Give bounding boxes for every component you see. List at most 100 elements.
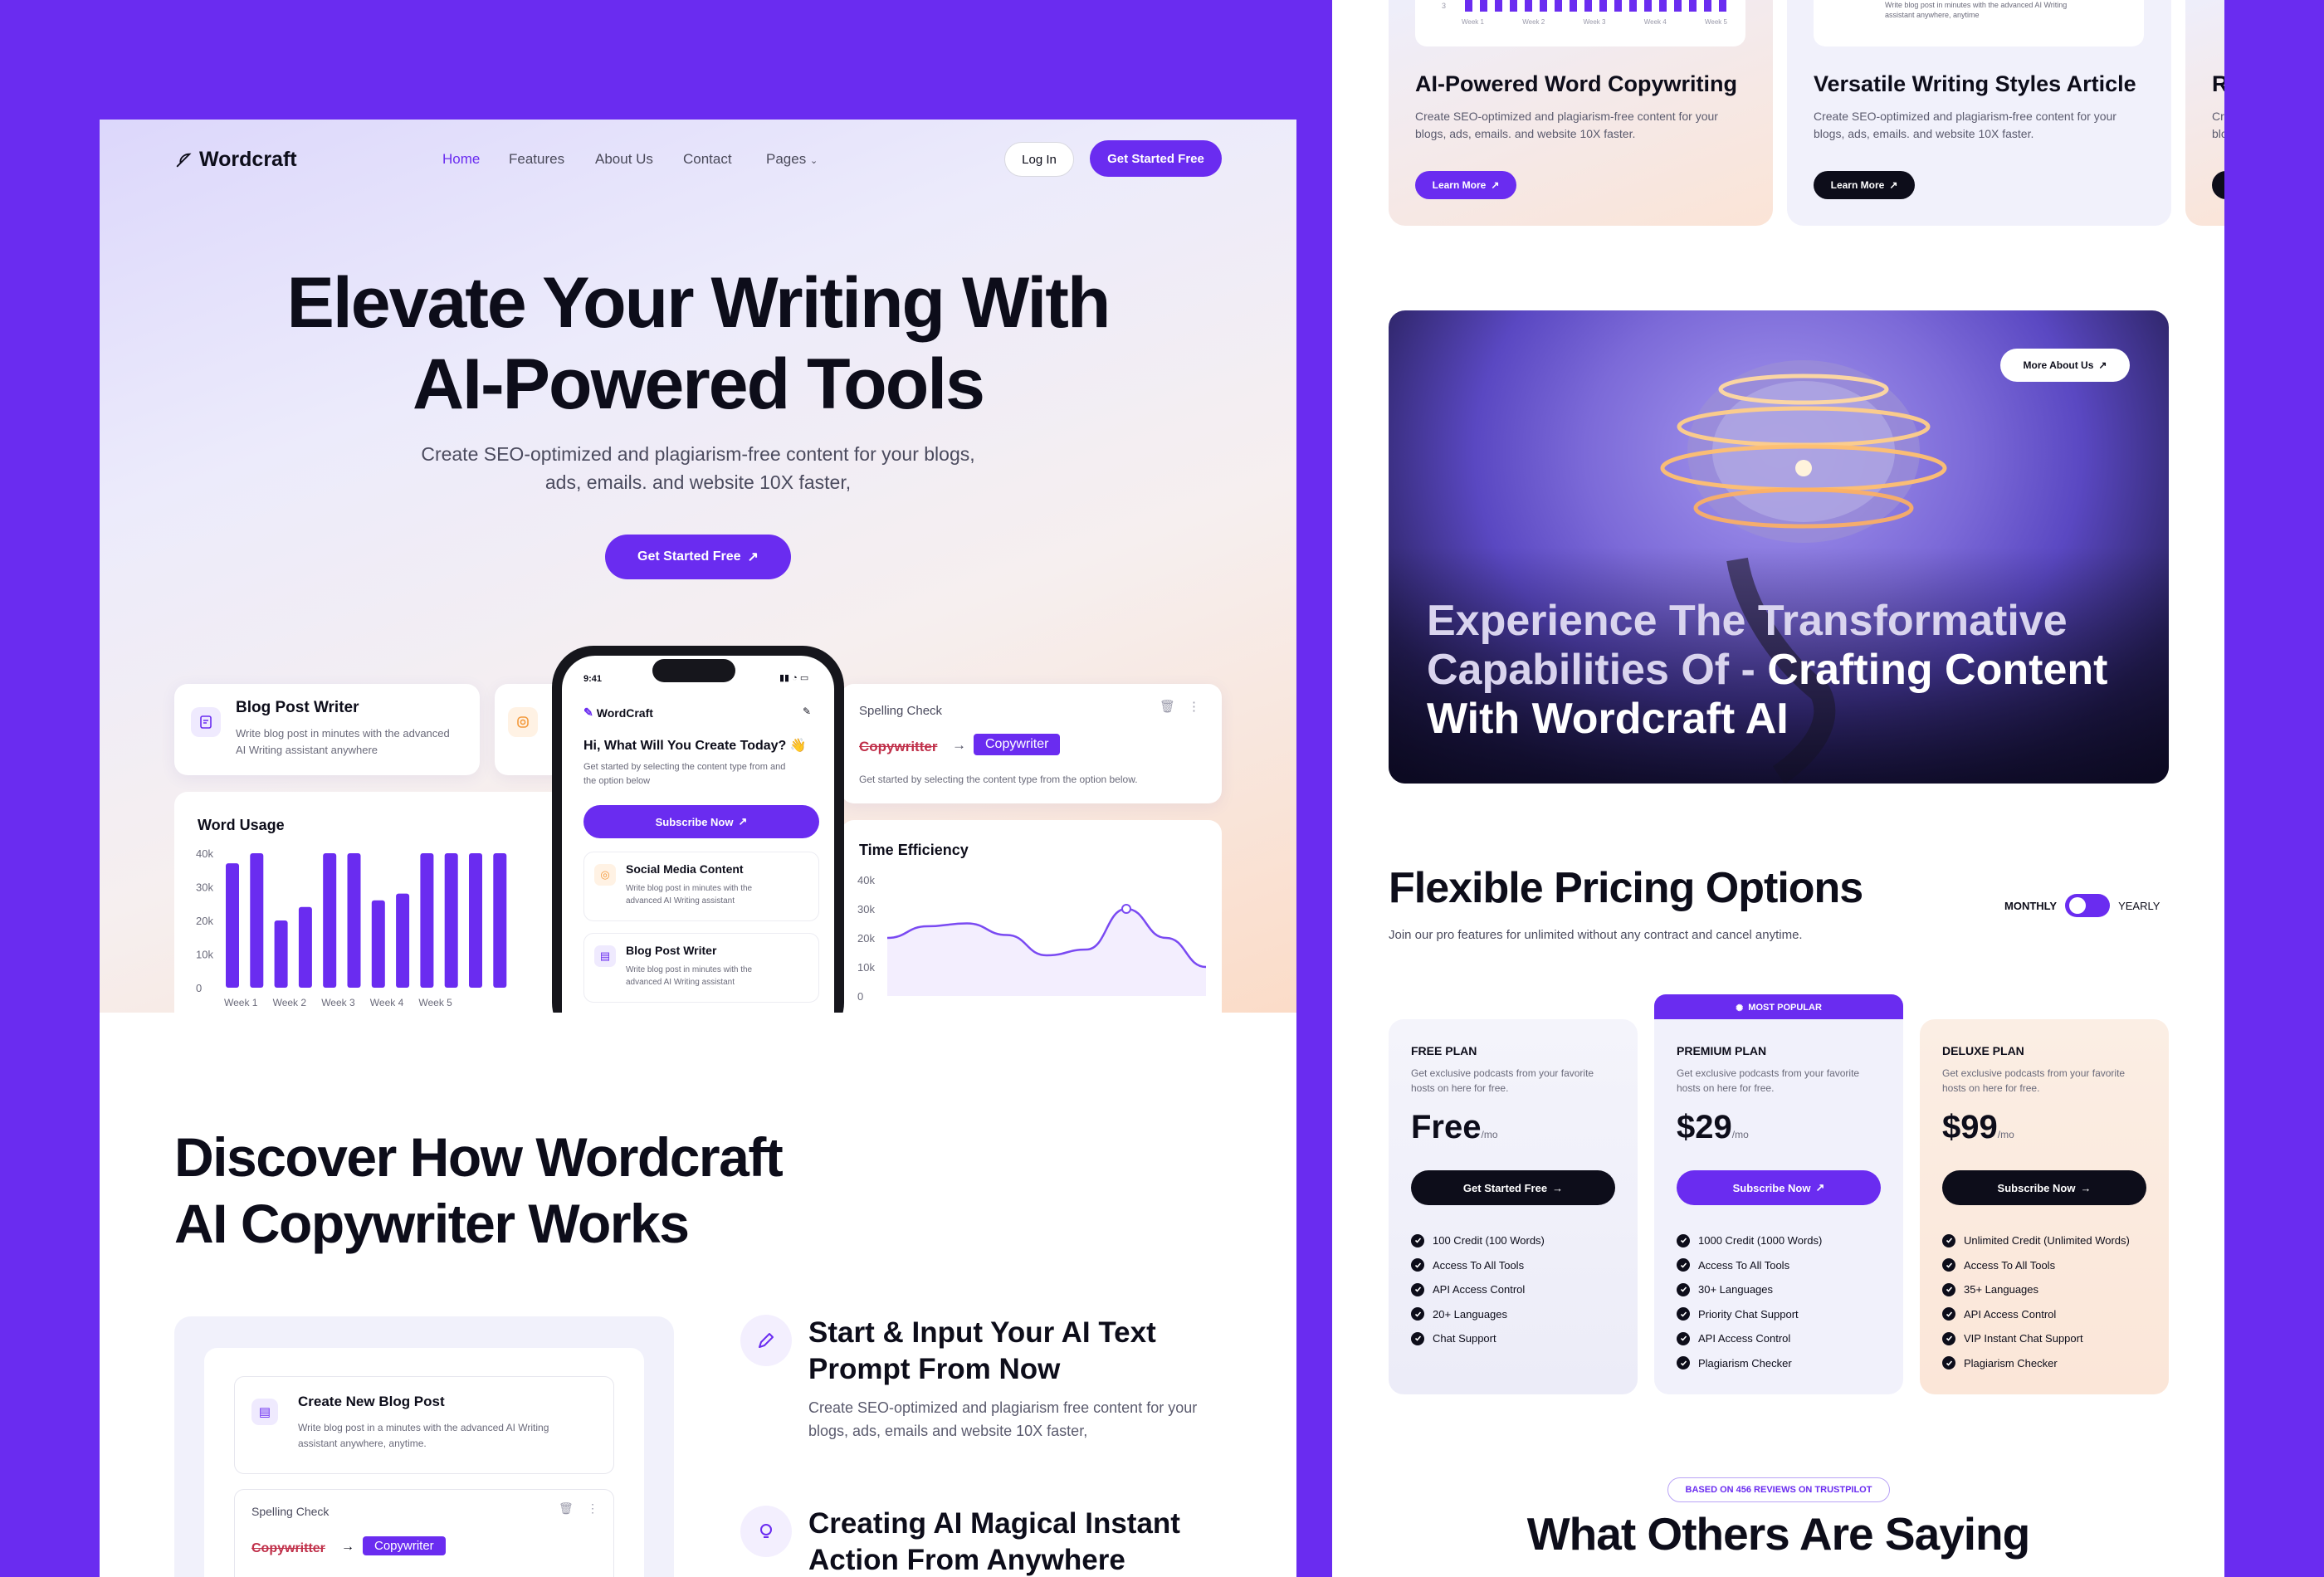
plan-feature: API Access Control: [1942, 1302, 2130, 1327]
plan-feature: Unlimited Credit (Unlimited Words): [1942, 1228, 2130, 1253]
check-icon: [1411, 1307, 1424, 1321]
banner-headline-line-2: Capabilities Of - Crafting Content: [1427, 646, 2141, 695]
bar: [298, 906, 312, 988]
line-area: [887, 909, 1206, 996]
check-icon: [1942, 1356, 1955, 1370]
logo-text: Wordcraft: [199, 148, 297, 171]
logo[interactable]: Wordcraft: [174, 148, 297, 172]
subscribe-now-button[interactable]: Subscribe Now ↗: [1677, 1170, 1881, 1205]
feature-2-title: Creating AI Magical Instant Action From …: [808, 1506, 1257, 1577]
nav-about[interactable]: About Us: [595, 151, 683, 168]
bar: [274, 920, 288, 988]
nav-contact[interactable]: Contact: [683, 151, 766, 168]
mock-spelling-check-card[interactable]: Spelling Check 🗑 ⋮ Copywritter → Copywri…: [234, 1489, 614, 1577]
plan-description-line-1: Get exclusive podcasts from your favorit…: [1942, 1067, 2126, 1079]
more-about-us-button[interactable]: More About Us ↗: [2000, 349, 2130, 382]
phone-subtitle: Get started by selecting the content typ…: [583, 760, 785, 788]
plan-description: Get exclusive podcasts from your favorit…: [1677, 1066, 1868, 1096]
learn-more-button[interactable]: Learn More ↗: [1415, 171, 1516, 199]
pencil-icon: [740, 1315, 792, 1366]
mini-bar: [1495, 0, 1502, 12]
article-3-title: R: [2212, 71, 2224, 96]
get-started-nav-button[interactable]: Get Started Free: [1090, 140, 1222, 177]
article-3-text-line-2: blc: [2212, 127, 2224, 140]
y-tick-label: 0: [857, 990, 863, 1003]
nav-home[interactable]: Home: [442, 151, 509, 168]
billing-toggle-group: MONTHLY YEARLY: [2004, 894, 2160, 917]
plan-card-deluxe: DELUXE PLAN Get exclusive podcasts from …: [1920, 1019, 2169, 1394]
article-1-title: AI-Powered Word Copywriting: [1415, 71, 1738, 96]
article-card-3[interactable]: R Cr blc: [2185, 0, 2224, 226]
learn-more-button[interactable]: [2212, 171, 2224, 199]
x-tick-label: Week 1: [224, 997, 258, 1008]
article-card-1[interactable]: 3 Week 1 Week 2 Week 3 Week 4 Week 5 AI-…: [1389, 0, 1773, 226]
preview-snippet-line-2: assistant anywhere, anytime: [1885, 11, 1980, 19]
landing-page-preview: Wordcraft Home Features About Us Contact…: [100, 120, 1296, 1577]
mock-corrected-chip: Copywriter: [363, 1536, 446, 1555]
article-1-text-line-1: Create SEO-optimized and plagiarism-free…: [1415, 110, 1718, 123]
hero-subtitle: Create SEO-optimized and plagiarism-free…: [100, 440, 1296, 496]
plan-feature-label: 1000 Credit (1000 Words): [1698, 1234, 1823, 1247]
plan-button-label: Subscribe Now: [1997, 1181, 2076, 1194]
landing-page-preview-2: 3 Week 1 Week 2 Week 3 Week 4 Week 5 AI-…: [1332, 0, 2224, 1577]
chart-title: Word Usage: [198, 817, 285, 833]
more-options-icon[interactable]: ⋮: [1188, 699, 1200, 714]
nav-features[interactable]: Features: [509, 151, 595, 168]
arrow-right-icon: →: [952, 737, 966, 753]
plan-price-unit: /mo: [1481, 1129, 1498, 1140]
plan-feature: API Access Control: [1677, 1326, 1822, 1351]
create-blog-post-text: Write blog post in a minutes with the ad…: [298, 1420, 549, 1452]
mini-bar: [1704, 0, 1711, 12]
arrow-up-right-icon: ↗: [1491, 179, 1500, 191]
login-button[interactable]: Log In: [1004, 142, 1074, 177]
billing-toggle[interactable]: [2065, 894, 2111, 917]
plan-button-label: Get Started Free: [1462, 1181, 1548, 1194]
plan-feature-label: API Access Control: [1433, 1283, 1526, 1296]
plan-description-line-2: hosts on here for free.: [1411, 1082, 1509, 1094]
check-icon: [1942, 1282, 1955, 1296]
phone-item2-text-line-1: Write blog post in minutes with the: [626, 965, 753, 974]
more-options-icon[interactable]: ⋮: [587, 1501, 598, 1516]
top-nav: Wordcraft Home Features About Us Contact…: [174, 139, 1222, 179]
plan-feature: VIP Instant Chat Support: [1942, 1326, 2130, 1351]
blog-post-writer-card[interactable]: Blog Post Writer Write blog post in minu…: [174, 684, 480, 775]
monthly-label[interactable]: MONTHLY: [2004, 900, 2057, 912]
check-icon: [1677, 1258, 1690, 1272]
spelling-check-card[interactable]: Spelling Check 🗑 ⋮ Copywritter → Copywri…: [841, 684, 1222, 803]
learn-more-button[interactable]: Learn More ↗: [1814, 171, 1915, 199]
hero-cta-button[interactable]: Get Started Free ↗: [605, 535, 791, 579]
plan-price-value: Free: [1411, 1109, 1482, 1145]
bar: [444, 853, 458, 988]
phone-subscribe-button[interactable]: Subscribe Now ↗: [583, 805, 819, 838]
create-blog-post-card[interactable]: ▤ Create New Blog Post Write blog post i…: [234, 1376, 614, 1474]
mini-bar: [1465, 0, 1472, 12]
trash-icon[interactable]: 🗑: [1160, 699, 1175, 714]
phone-list-item-blog[interactable]: ▤ Blog Post Writer Write blog post in mi…: [583, 933, 819, 1003]
word-usage-bar-chart: 40k 30k 20k 10k 0 Week 1 Week 2 Week 3 Week 4 Wee…: [196, 847, 507, 1008]
nav-pages-dropdown[interactable]: Pages ⌄: [766, 151, 841, 168]
mini-bar: [1689, 0, 1697, 12]
more-about-us-label: More About Us: [2023, 359, 2094, 371]
sparkle-icon: ✺: [1736, 1003, 1744, 1013]
article-card-2[interactable]: Write blog post in minutes with the adva…: [1787, 0, 2171, 226]
subscribe-now-button[interactable]: Subscribe Now →: [1942, 1170, 2146, 1205]
mock-spelling-label: Spelling Check: [251, 1505, 330, 1518]
get-started-free-button[interactable]: Get Started Free →: [1411, 1170, 1615, 1205]
time-efficiency-card: Time Efficiency 40k 30k 20k 10k 0: [841, 820, 1222, 1013]
edit-icon[interactable]: ✎: [803, 706, 811, 717]
yearly-label[interactable]: YEARLY: [2118, 900, 2160, 912]
arrow-up-right-icon: ↗: [1815, 1181, 1825, 1194]
banner-headline-bold: Crafting Content: [1767, 646, 2108, 694]
trash-icon[interactable]: 🗑: [559, 1501, 574, 1516]
phone-list-item-social[interactable]: ◎ Social Media Content Write blog post i…: [583, 852, 819, 921]
document-icon: ▤: [594, 945, 616, 967]
arrow-up-right-icon: ↗: [2098, 359, 2107, 371]
bar: [323, 853, 337, 988]
misspelled-word: Copywritter: [859, 739, 938, 754]
workflow-mockup-panel: ▤ Create New Blog Post Write blog post i…: [204, 1348, 644, 1577]
trustpilot-badge: BASED ON 456 REVIEWS ON TRUSTPILOT: [1667, 1477, 1890, 1502]
nav-links: Home Features About Us Contact Pages ⌄: [442, 151, 841, 168]
plan-feature-label: VIP Instant Chat Support: [1964, 1332, 2083, 1345]
bar: [493, 853, 507, 988]
hero-cta-label: Get Started Free: [637, 549, 741, 564]
